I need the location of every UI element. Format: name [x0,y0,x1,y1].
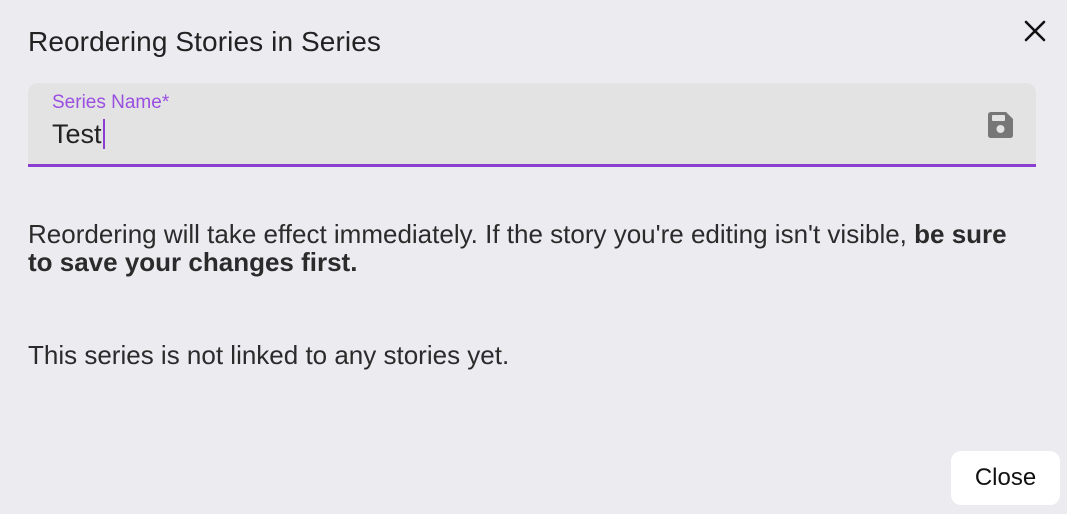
empty-state-message: This series is not linked to any stories… [28,340,510,370]
notice-text: Reordering will take effect immediately.… [28,219,915,249]
series-name-input[interactable]: Test [52,119,105,150]
close-button[interactable]: Close [951,451,1060,505]
series-name-label: Series Name* [52,92,170,113]
series-name-value: Test [52,119,102,149]
reorder-series-dialog: Reordering Stories in Series Series Name… [0,0,1067,514]
series-name-field[interactable]: Series Name* Test [28,83,1036,167]
text-caret [102,119,105,149]
close-icon[interactable] [1018,14,1052,48]
dialog-title: Reordering Stories in Series [28,26,381,57]
reorder-notice: Reordering will take effect immediately.… [28,220,1028,276]
save-floppy-icon[interactable] [985,110,1015,140]
